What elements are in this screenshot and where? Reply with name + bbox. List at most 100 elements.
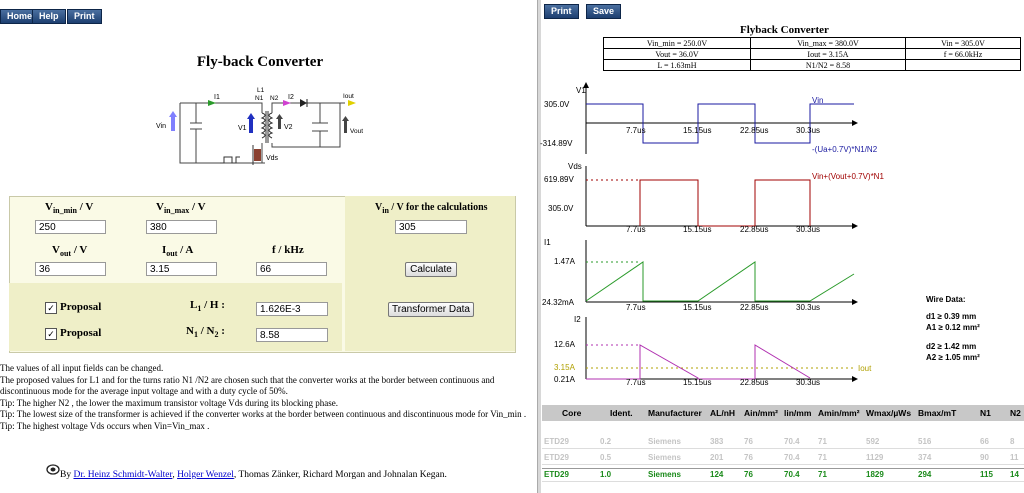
plot4-mid-label: 3.15A	[554, 363, 576, 372]
vin-calc-label: Vin / V for the calculations	[375, 202, 488, 215]
v1-waveform-plot: V1 305.0V -314.89V 7.7us 15.15us 22.85us…	[540, 82, 878, 154]
note-line: Tip: The lowest size of the transformer …	[0, 409, 527, 419]
time-tick: 7.7us	[626, 303, 646, 312]
table-cell	[905, 59, 1021, 71]
column-header: lin/mm	[784, 408, 812, 418]
plot3-ylabel: I1	[544, 238, 551, 247]
column-header: N1	[980, 408, 991, 418]
time-tick: 30.3us	[796, 378, 820, 385]
authors-line: By Dr. Heinz Schmidt-Walter, Holger Wenz…	[60, 470, 447, 480]
parameter-table: Vin_min = 250.0V Vin_max = 380.0V Vin = …	[603, 37, 1021, 71]
table-row[interactable]: ETD29 0.2 Siemens 383 76 70.4 71 592 516…	[542, 436, 1024, 449]
time-tick: 30.3us	[796, 303, 820, 312]
table-cell: 383	[710, 437, 724, 446]
time-tick: 7.7us	[626, 225, 646, 232]
circuit-label-l1: L1	[257, 87, 265, 94]
author-link-wenzel[interactable]: Holger Wenzel	[177, 470, 234, 480]
note-line: The proposed values for L1 and for the t…	[0, 374, 495, 397]
table-cell: 70.4	[784, 453, 800, 462]
frequency-input[interactable]: 66	[256, 262, 327, 276]
table-row-selected[interactable]: ETD29 1.0 Siemens 124 76 70.4 71 1829 29…	[542, 468, 1024, 482]
proposal-l1-checkbox[interactable]: ✓	[45, 302, 57, 314]
table-cell: Vout = 36.0V	[603, 48, 751, 60]
table-cell: ETD29	[544, 437, 569, 446]
table-cell: 1129	[866, 453, 884, 462]
note-line: Tip: The higher N2 , the lower the maxim…	[0, 397, 339, 408]
vin-min-input[interactable]: 250	[35, 220, 106, 234]
table-cell: Siemens	[648, 437, 681, 446]
table-cell: 124	[710, 470, 724, 479]
column-header: Wmax/µWs	[866, 408, 912, 418]
vin-calc-input[interactable]: 305	[395, 220, 467, 234]
table-cell: Iout = 3.15A	[750, 48, 906, 60]
table-cell: Vin = 305.0V	[905, 37, 1021, 49]
column-header: Ident.	[610, 408, 633, 418]
plot3-top-label: 1.47A	[554, 257, 576, 266]
column-header: Core	[562, 408, 582, 418]
table-cell: 70.4	[784, 437, 800, 446]
table-cell: 76	[744, 437, 753, 446]
proposal-ratio-checkbox[interactable]: ✓	[45, 328, 57, 340]
time-tick: 15.15us	[683, 378, 711, 385]
column-header: AL/nH	[710, 408, 736, 418]
turns-ratio-input[interactable]: 8.58	[256, 328, 328, 342]
print-results-button[interactable]: Print	[544, 4, 579, 19]
vin-max-label: Vin_max / V	[156, 201, 206, 216]
l1-input[interactable]: 1.626E-3	[256, 302, 328, 316]
help-button[interactable]: Help	[32, 9, 66, 24]
plot4-ylabel: I2	[574, 315, 581, 324]
table-cell: N1/N2 = 8.58	[750, 59, 906, 71]
transformer-data-button[interactable]: Transformer Data	[388, 302, 474, 317]
results-title: Flyback Converter	[740, 24, 829, 36]
table-cell: f = 66.0kHz	[905, 48, 1021, 60]
table-row: Vout = 36.0V Iout = 3.15A f = 66.0kHz	[603, 48, 1021, 60]
print-button[interactable]: Print	[67, 9, 102, 24]
plot1-bottom-label: -314.89V	[540, 139, 573, 148]
wire-d1: d1 ≥ 0.39 mm	[926, 312, 977, 321]
table-cell: ETD29	[544, 470, 569, 479]
time-tick: 30.3us	[796, 126, 820, 135]
table-cell: 14	[1010, 470, 1019, 479]
table-cell: Siemens	[648, 470, 681, 479]
table-cell: 66	[980, 437, 989, 446]
wire-data-title: Wire Data:	[926, 295, 966, 304]
iout-label: Iout / A	[162, 244, 194, 259]
save-button[interactable]: Save	[586, 4, 622, 19]
flyback-circuit-diagram: I1 L1 N1 N2 I2 Iout Vin V1 V2 Vout Vds	[156, 87, 363, 165]
vout-label: Vout / V	[52, 244, 88, 259]
plot1-series-top: Vin	[812, 96, 823, 105]
table-cell: 0.5	[600, 453, 612, 462]
plot1-series-bottom: -(Ua+0.7V)*N1/N2	[812, 145, 878, 154]
table-cell: Vin_max = 380.0V	[750, 37, 906, 49]
l1-label: L1 / H :	[190, 299, 225, 314]
calculate-button[interactable]: Calculate	[405, 262, 457, 277]
table-cell: 76	[744, 453, 753, 462]
circuit-label-vds: Vds	[266, 155, 279, 162]
table-row: L = 1.63mH N1/N2 = 8.58	[603, 59, 1021, 71]
plot2-top-label: 619.89V	[544, 175, 574, 184]
plot1-top-label: 305.0V	[544, 100, 570, 109]
column-header: Amin/mm²	[818, 408, 860, 418]
table-row[interactable]: ETD29 0.5 Siemens 201 76 70.4 71 1129 37…	[542, 452, 1024, 465]
plot2-series-label: Vin+(Vout+0.7V)*N1	[812, 172, 884, 181]
turns-ratio-label: N1 / N2 :	[186, 325, 225, 340]
column-header: Ain/mm²	[744, 408, 778, 418]
circuit-label-i1: I1	[214, 94, 220, 101]
table-cell: 70.4	[784, 470, 800, 479]
plot3-bottom-label: 24.32mA	[542, 298, 575, 307]
wire-a1: A1 ≥ 0.12 mm²	[926, 323, 980, 332]
vout-input[interactable]: 36	[35, 262, 106, 276]
table-cell: 1.0	[600, 470, 612, 479]
time-tick: 22.85us	[740, 303, 768, 312]
plot4-series-label: Iout	[858, 364, 872, 373]
core-table-header: Core Ident. Manufacturer AL/nH Ain/mm² l…	[542, 405, 1024, 421]
wire-data: Wire Data: d1 ≥ 0.39 mm A1 ≥ 0.12 mm² d2…	[926, 294, 980, 363]
table-cell: 592	[866, 437, 880, 446]
wire-a2: A2 ≥ 1.05 mm²	[926, 353, 980, 362]
author-link-schmidt-walter[interactable]: Dr. Heinz Schmidt-Walter	[73, 470, 172, 480]
table-cell: 11	[1010, 453, 1019, 462]
iout-input[interactable]: 3.15	[146, 262, 217, 276]
vin-max-input[interactable]: 380	[146, 220, 217, 234]
table-cell: 90	[980, 453, 989, 462]
circuit-label-vout: Vout	[350, 128, 363, 135]
